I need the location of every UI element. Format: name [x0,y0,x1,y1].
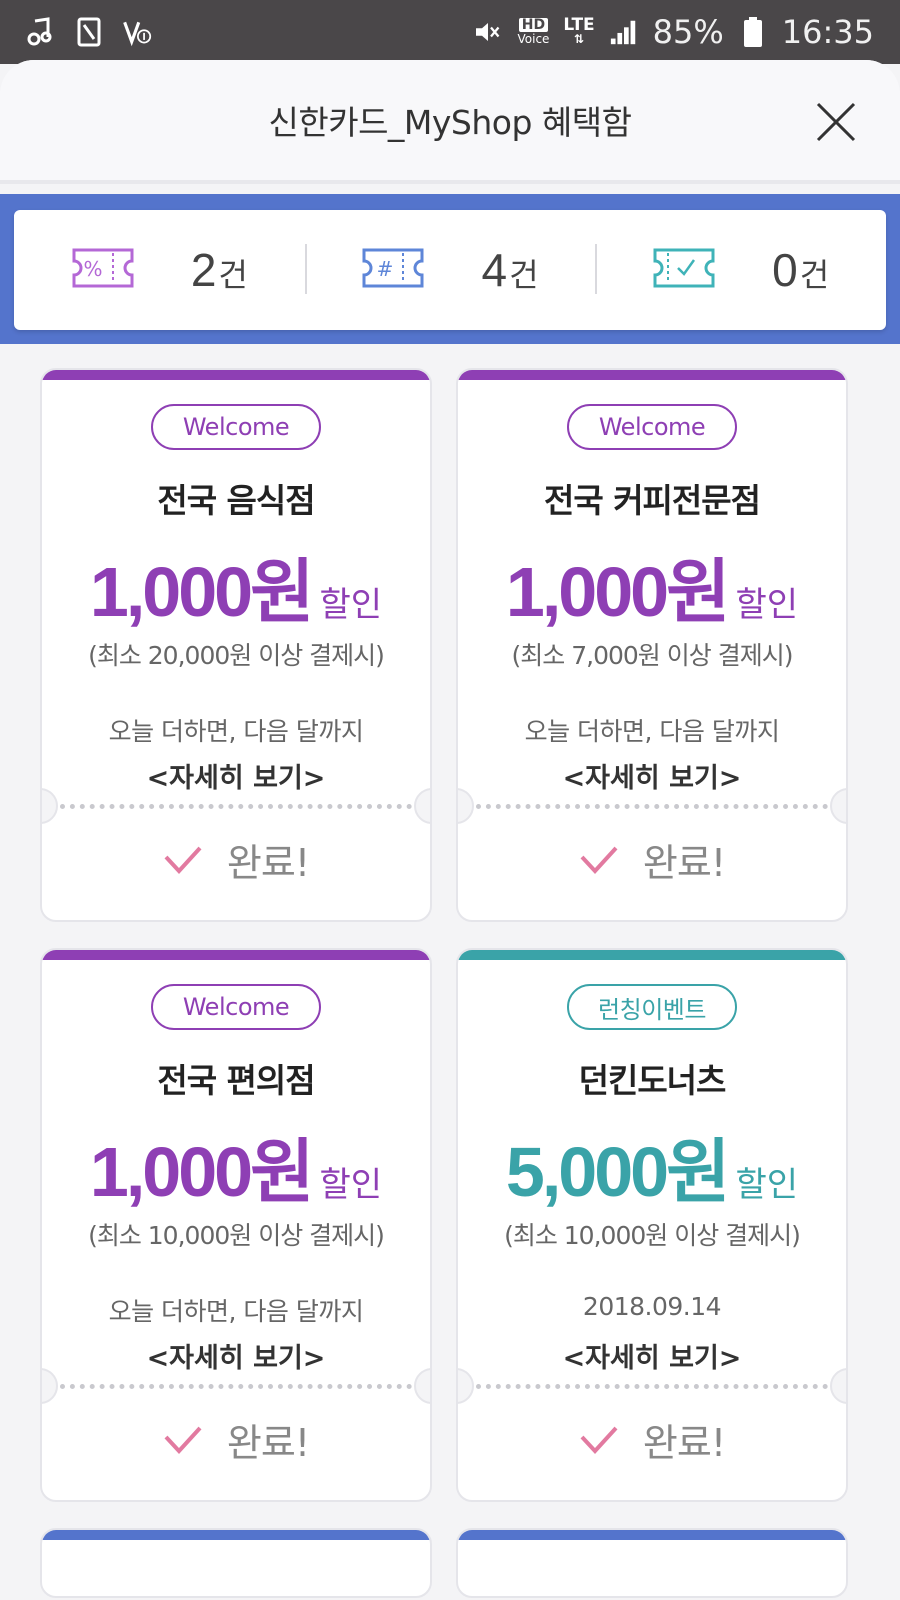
coupon-period: 오늘 더하면, 다음 달까지 [108,1297,364,1326]
coupon-detail-link[interactable]: <자세히 보기> [458,756,846,795]
percent-ticket-icon: % [71,246,135,294]
coupon-tag: Welcome [567,404,737,450]
check-icon [164,1426,202,1454]
coupon-grid: Welcome 전국 음식점 1,000원 할인 (최소 20,000원 이상 결… [40,368,860,1598]
coupon-period: 오늘 더하면, 다음 달까지 [524,717,780,746]
coupon-accent-bar [42,1530,430,1540]
check-icon [580,846,618,874]
svg-text:%: % [83,257,102,281]
coupon-amount: 1,000원 할인 [505,553,799,631]
coupon-condition: (최소 10,000원 이상 결제시) [504,1221,801,1250]
data-arrows-icon: ⇅ [574,32,585,46]
summary-discount-coupons[interactable]: % 2건 [14,210,305,330]
check-icon [164,846,202,874]
sheet-header: 신한카드_MyShop 혜택함 [0,60,900,184]
coupon-accent-bar [42,370,430,380]
coupon-status: 완료! [42,1412,430,1467]
coupon-card-next[interactable] [456,1528,848,1598]
coupon-card[interactable]: 런칭이벤트 던킨도너츠 5,000원 할인 (최소 10,000원 이상 결제시)… [456,948,848,1502]
summary-box: % 2건 # 4건 0건 [14,210,886,330]
coupon-amount: 5,000원 할인 [505,1133,799,1211]
coupon-period: 2018.09.14 [582,1292,722,1321]
svg-text:#: # [377,257,394,281]
check-ticket-icon [652,246,716,294]
coupon-tag: Welcome [151,404,321,450]
coupon-detail-link[interactable]: <자세히 보기> [42,1336,430,1375]
coupon-store: 던킨도너츠 [578,1061,727,1100]
signal-icon [609,17,639,47]
coupon-status: 완료! [42,832,430,887]
summary-strip: % 2건 # 4건 0건 [0,194,900,344]
summary-count: 2건 [190,244,248,296]
coupon-card[interactable]: Welcome 전국 커피전문점 1,000원 할인 (최소 7,000원 이상 … [456,368,848,922]
coupon-status: 완료! [458,1412,846,1467]
coupon-divider [60,1384,412,1389]
music-notification-icon [26,17,56,47]
coupon-amount: 1,000원 할인 [89,1133,383,1211]
coupon-divider [60,804,412,809]
mute-icon [473,17,503,47]
summary-count: 4건 [481,244,539,296]
summary-count: 0건 [772,244,830,296]
coupon-accent-bar [458,950,846,960]
coupon-tag: 런칭이벤트 [567,984,737,1030]
coupon-store: 전국 커피전문점 [543,481,761,520]
coupon-divider [476,1384,828,1389]
coupon-card-next[interactable] [40,1528,432,1598]
lte-indicator: LTE ⇅ [563,15,595,47]
coupon-accent-bar [42,950,430,960]
hd-voice-indicator: HD Voice [517,17,550,46]
coupon-card[interactable]: Welcome 전국 편의점 1,000원 할인 (최소 10,000원 이상 결… [40,948,432,1502]
coupon-accent-bar [458,1530,846,1540]
check-icon [580,1426,618,1454]
status-bar: HD Voice LTE ⇅ 85% 16:35 [0,0,900,64]
coupon-condition: (최소 20,000원 이상 결제시) [88,641,385,670]
coupon-store: 전국 편의점 [157,1061,315,1100]
clock: 16:35 [781,13,874,51]
hash-ticket-icon: # [361,246,425,294]
coupon-amount: 1,000원 할인 [89,553,383,631]
coupon-condition: (최소 10,000원 이상 결제시) [88,1221,385,1250]
close-icon [816,102,856,142]
page-title: 신한카드_MyShop 혜택함 [268,103,632,142]
coupon-store: 전국 음식점 [157,481,315,520]
coupon-period: 오늘 더하면, 다음 달까지 [108,717,364,746]
benefits-sheet: 신한카드_MyShop 혜택함 % 2건 # 4건 0건 Welcome 전국 … [0,60,900,1600]
coupon-detail-link[interactable]: <자세히 보기> [458,1336,846,1375]
coupon-detail-link[interactable]: <자세히 보기> [42,756,430,795]
coupon-status: 완료! [458,832,846,887]
battery-icon [738,17,768,47]
sim-card-icon [74,17,104,47]
battery-percent: 85% [652,13,724,51]
summary-used-coupons[interactable]: 0건 [595,210,886,330]
v1-notification-icon [122,17,152,47]
coupon-card[interactable]: Welcome 전국 음식점 1,000원 할인 (최소 20,000원 이상 결… [40,368,432,922]
coupon-condition: (최소 7,000원 이상 결제시) [511,641,794,670]
close-button[interactable] [814,100,858,144]
coupon-accent-bar [458,370,846,380]
coupon-divider [476,804,828,809]
coupon-tag: Welcome [151,984,321,1030]
summary-special-coupons[interactable]: # 4건 [304,210,596,330]
